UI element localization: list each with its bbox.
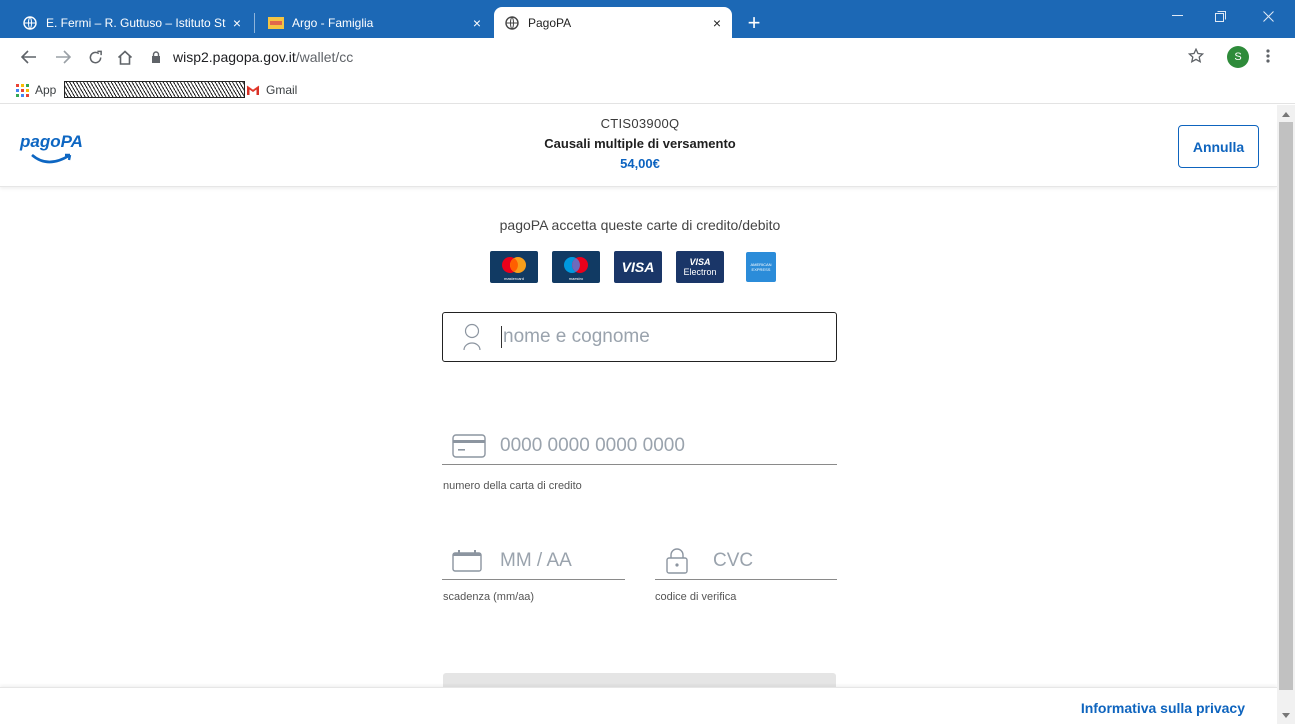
profile-avatar[interactable]: S [1227, 46, 1249, 68]
url-path: /wallet/cc [295, 49, 354, 65]
tab-title: Argo - Famiglia [292, 15, 374, 30]
mastercard-icon: mastercard [490, 251, 538, 283]
expiry-field[interactable]: MM / AA [442, 542, 625, 580]
visa-icon: VISA [614, 251, 662, 283]
expiry-help: scadenza (mm/aa) [443, 591, 535, 603]
close-window-icon[interactable] [1250, 0, 1286, 32]
visa-electron-bottom: Electron [683, 267, 717, 277]
pagopa-logo[interactable]: pagoPA [18, 129, 90, 169]
mastercard-label: mastercard [504, 276, 524, 281]
cvc-help: codice di verifica [655, 591, 737, 603]
pagopa-header: pagoPA CTIS03900Q Causali multiple di ve… [0, 105, 1277, 187]
card-number-placeholder: 0000 0000 0000 0000 [500, 434, 685, 456]
tab-separator [254, 13, 255, 33]
tab-argo[interactable]: Argo - Famiglia × [258, 7, 492, 38]
address-bar[interactable]: wisp2.pagopa.gov.it/wallet/cc [148, 44, 1178, 70]
cvc-placeholder: CVC [713, 549, 754, 571]
svg-text:pagoPA: pagoPA [19, 132, 83, 151]
amex-icon: AMERICAN EXPRESS [746, 252, 776, 282]
payment-summary: CTIS03900Q Causali multiple di versament… [440, 115, 840, 174]
card-number-help: numero della carta di credito [443, 480, 582, 492]
maestro-label: maestro [569, 276, 584, 281]
creditor-code: CTIS03900Q [600, 116, 680, 131]
cardholder-name-field[interactable]: nome e cognome [442, 312, 837, 362]
payment-reason: Causali multiple di versamento [544, 136, 736, 151]
calendar-icon [442, 549, 500, 572]
globe-icon [504, 15, 520, 31]
browser-toolbar: wisp2.pagopa.gov.it/wallet/cc [0, 38, 1295, 76]
apps-grid-icon [16, 83, 29, 97]
url-host: wisp2.pagopa.gov.it [173, 49, 296, 65]
home-icon[interactable] [112, 44, 138, 70]
argo-icon [268, 15, 284, 31]
minimize-icon[interactable] [1159, 0, 1195, 32]
bookmark-gmail[interactable]: Gmail [246, 80, 297, 100]
bookmark-apps[interactable]: App [16, 80, 56, 100]
accepted-cards-text: pagoPA accetta queste carte di credito/d… [499, 217, 781, 233]
scroll-down-icon[interactable] [1281, 710, 1291, 720]
back-arrow-icon[interactable] [16, 44, 42, 70]
cardholder-name-placeholder: nome e cognome [503, 326, 650, 347]
privacy-link[interactable]: Informativa sulla privacy [1081, 700, 1245, 716]
globe-icon [22, 15, 38, 31]
page-footer: Informativa sulla privacy [0, 687, 1277, 724]
reload-icon[interactable] [82, 44, 108, 70]
scrollbar-thumb[interactable] [1279, 122, 1293, 690]
close-tab-icon[interactable]: × [228, 14, 246, 32]
visa-electron-icon: VISA Electron [676, 251, 724, 283]
tab-title: E. Fermi – R. Guttuso – Istituto St [46, 15, 226, 30]
scroll-up-icon[interactable] [1281, 109, 1291, 119]
bookmark-star-icon[interactable] [1184, 44, 1208, 68]
restore-icon[interactable] [1202, 0, 1238, 32]
close-tab-icon[interactable]: × [708, 14, 726, 32]
gmail-icon [246, 85, 260, 96]
text-caret [501, 326, 502, 348]
lock-icon[interactable] [148, 51, 164, 63]
credit-card-icon [442, 433, 500, 458]
page-content: pagoPA CTIS03900Q Causali multiple di ve… [0, 105, 1277, 724]
tab-strip: E. Fermi – R. Guttuso – Istituto St × Ar… [0, 0, 1295, 38]
user-icon [443, 323, 501, 351]
payment-amount: 54,00€ [620, 156, 660, 171]
new-tab-button[interactable]: + [740, 9, 768, 37]
maestro-icon: maestro [552, 251, 600, 283]
cancel-button[interactable]: Annulla [1178, 125, 1259, 168]
visa-electron-top: VISA [689, 257, 711, 267]
cvc-field[interactable]: CVC [655, 542, 837, 580]
bookmark-apps-label: App [35, 83, 57, 97]
close-tab-icon[interactable]: × [468, 14, 486, 32]
redacted-bookmarks [64, 81, 245, 98]
forward-arrow-icon[interactable] [50, 44, 76, 70]
tab-pagopa[interactable]: PagoPA × [494, 7, 732, 38]
more-menu-icon[interactable] [1258, 44, 1278, 68]
card-number-field[interactable]: 0000 0000 0000 0000 [442, 427, 837, 465]
page-scrollbar[interactable] [1277, 105, 1295, 724]
bookmarks-bar: App Gmail [0, 76, 1295, 104]
bookmark-gmail-label: Gmail [266, 83, 298, 97]
padlock-icon [655, 547, 713, 574]
expiry-placeholder: MM / AA [500, 549, 572, 571]
tab-fermi[interactable]: E. Fermi – R. Guttuso – Istituto St × [12, 7, 252, 38]
tab-title: PagoPA [528, 15, 572, 30]
accepted-cards-logos: mastercard maestro VISA VISA Electron AM… [490, 251, 790, 285]
